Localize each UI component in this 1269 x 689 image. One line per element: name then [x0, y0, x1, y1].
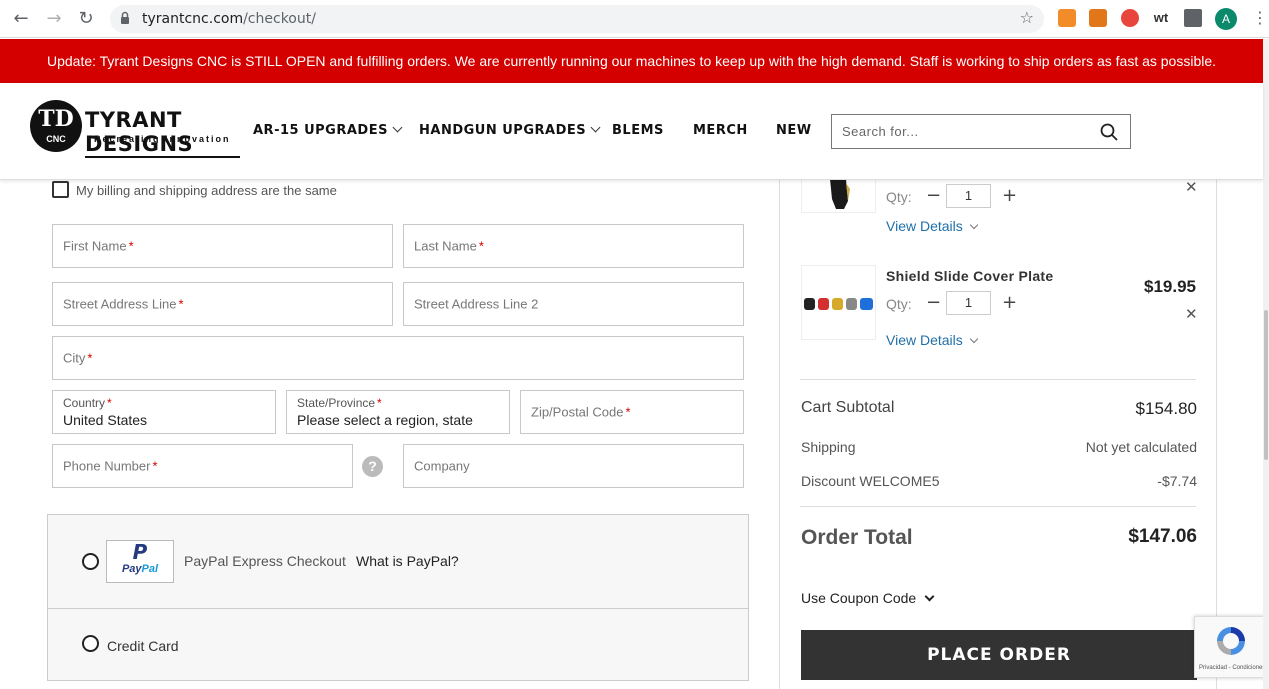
qty-decrease-button[interactable]: − [926, 186, 941, 206]
country-select[interactable]: Country * United States [52, 390, 276, 434]
address-bar[interactable]: tyrantcnc.com/checkout/ ☆ [110, 5, 1044, 33]
site-logo[interactable]: TD CNC TYRANT DESIGNS Recreating Innovat… [30, 98, 240, 158]
remove-item-icon[interactable]: ✕ [1185, 305, 1198, 323]
chevron-down-icon [392, 122, 403, 133]
menu-new[interactable]: NEW [776, 123, 812, 138]
qty-label: Qty: [886, 189, 912, 205]
product-price: $19.95 [1144, 277, 1196, 296]
profile-avatar[interactable]: A [1215, 8, 1237, 30]
logo-title: TYRANT DESIGNS [85, 108, 240, 158]
what-is-paypal-link[interactable]: What is PayPal? [356, 553, 459, 569]
qty-decrease-button[interactable]: − [926, 293, 941, 313]
credit-card-option[interactable]: Credit Card [48, 609, 748, 680]
search-icon[interactable] [1100, 123, 1118, 141]
menu-blems[interactable]: BLEMS [612, 123, 664, 138]
qty-increase-button[interactable]: + [1002, 186, 1017, 206]
url-text: tyrantcnc.com/checkout/ [142, 11, 316, 27]
notice-banner: Update: Tyrant Designs CNC is STILL OPEN… [0, 39, 1263, 83]
logo-tagline: Recreating Innovation [94, 134, 231, 144]
divider [800, 379, 1196, 380]
bookmark-star-icon[interactable]: ☆ [1020, 8, 1034, 27]
view-details-link[interactable]: View Details [886, 218, 979, 234]
search-box [831, 114, 1131, 149]
credit-card-label: Credit Card [107, 638, 179, 654]
extensions-puzzle-icon[interactable] [1184, 9, 1202, 27]
same-address-label: My billing and shipping address are the … [76, 183, 337, 198]
qty-increase-button[interactable]: + [1002, 293, 1017, 313]
menu-handgun-upgrades[interactable]: HANDGUN UPGRADES [419, 122, 601, 138]
paypal-logo: P PayPal [106, 540, 174, 583]
qty-input[interactable]: 1 [946, 184, 991, 208]
menu-ar15-upgrades[interactable]: AR-15 UPGRADES [253, 122, 403, 138]
logo-emblem: TD CNC [30, 100, 82, 152]
metamask-icon[interactable] [1089, 9, 1107, 27]
zip-field[interactable]: Zip/Postal Code * [520, 390, 744, 434]
remove-item-icon[interactable]: ✕ [1185, 178, 1198, 196]
recaptcha-icon [1217, 627, 1245, 655]
product-name: Shield Slide Cover Plate [886, 268, 1054, 284]
product-thumbnail [801, 265, 876, 340]
credit-card-radio[interactable] [82, 635, 99, 652]
view-details-link[interactable]: View Details [886, 332, 979, 348]
order-summary: Qty: − 1 + ✕ View Details Shield Slide C… [779, 138, 1217, 689]
reload-icon[interactable]: ↻ [74, 8, 98, 30]
browser-toolbar: ← → ↻ tyrantcnc.com/checkout/ ☆ wt A ⋮ [0, 0, 1269, 38]
lock-icon [121, 11, 129, 24]
extension-wt-icon[interactable]: wt [1152, 9, 1170, 27]
chevron-down-icon [590, 122, 601, 133]
street-address-field[interactable]: Street Address Line * [52, 282, 393, 326]
menu-merch[interactable]: MERCH [693, 123, 748, 138]
first-name-field[interactable]: First Name * [52, 224, 393, 268]
scrollbar-thumb[interactable] [1264, 310, 1268, 460]
site-header: TD CNC TYRANT DESIGNS Recreating Innovat… [0, 83, 1263, 180]
company-field[interactable]: Company [403, 444, 744, 488]
divider [800, 506, 1196, 507]
qty-input[interactable]: 1 [946, 291, 991, 315]
help-icon[interactable]: ? [362, 456, 383, 477]
street-address-2-field[interactable]: Street Address Line 2 [403, 282, 744, 326]
paypal-label: PayPal Express Checkout [184, 553, 346, 569]
qty-label: Qty: [886, 296, 912, 312]
place-order-button[interactable]: PLACE ORDER [801, 630, 1197, 680]
search-input[interactable] [832, 115, 1092, 148]
payment-methods: P PayPal PayPal Express Checkout What is… [47, 514, 749, 681]
browser-menu-icon[interactable]: ⋮ [1252, 8, 1268, 27]
paypal-option[interactable]: P PayPal PayPal Express Checkout What is… [48, 515, 748, 609]
recaptcha-badge[interactable]: Privacidad - Condiciones [1194, 616, 1269, 678]
paypal-radio[interactable] [82, 553, 99, 570]
same-address-checkbox[interactable] [52, 181, 69, 198]
forward-icon[interactable]: → [42, 8, 66, 30]
chevron-down-icon [924, 591, 935, 602]
use-coupon-toggle[interactable]: Use Coupon Code [801, 590, 935, 606]
chevron-down-icon [969, 220, 979, 230]
extension-icon[interactable] [1058, 9, 1076, 27]
back-icon[interactable]: ← [9, 8, 33, 30]
chevron-down-icon [969, 334, 979, 344]
last-name-field[interactable]: Last Name * [403, 224, 744, 268]
state-select[interactable]: State/Province * Please select a region, … [286, 390, 510, 434]
city-field[interactable]: City * [52, 336, 744, 380]
phone-field[interactable]: Phone Number * [52, 444, 353, 488]
extension-fire-icon[interactable] [1121, 9, 1139, 27]
